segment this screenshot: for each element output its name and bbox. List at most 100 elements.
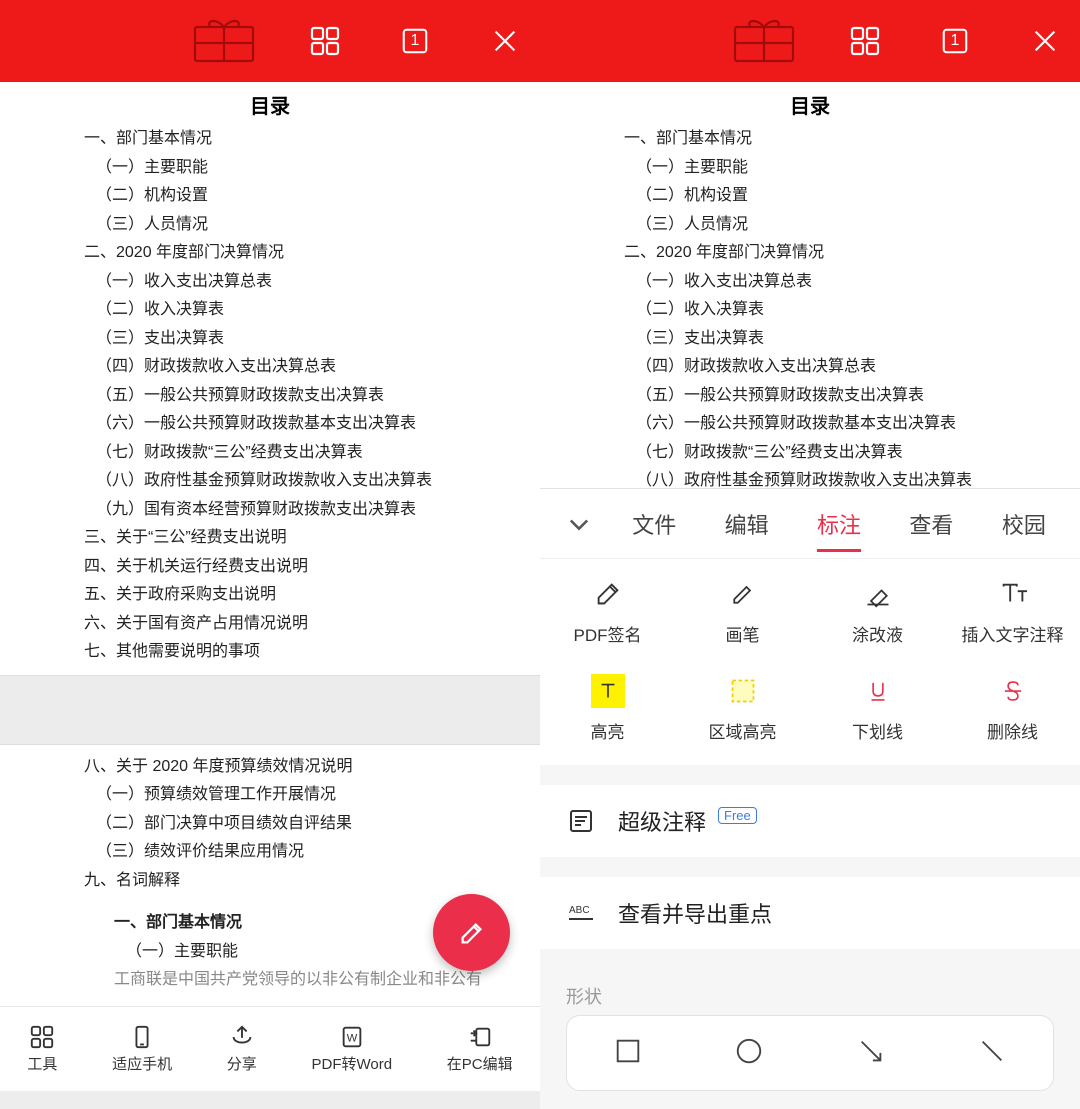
toc-line: 一、部门基本情况	[84, 125, 456, 154]
toc-line: （六）一般公共预算财政拨款基本支出决算表	[624, 410, 996, 439]
area-highlight-icon	[726, 674, 760, 708]
tool-whiteout[interactable]: 涂改液	[810, 577, 945, 646]
document-body-right[interactable]: 一、部门基本情况（一）主要职能（二）机构设置（三）人员情况二、2020 年度部门…	[540, 125, 1080, 488]
toc-line: 三、关于“三公”经费支出说明	[84, 524, 456, 553]
toc-line: （三）绩效评价结果应用情况	[84, 838, 456, 867]
toc-line: （九）国有资本经营预算财政拨款支出决算表	[84, 496, 456, 525]
shape-circle[interactable]	[734, 1036, 764, 1071]
eraser-icon	[861, 577, 895, 611]
top-toolbar-right: 1	[540, 0, 1080, 82]
document-body[interactable]: 一、部门基本情况（一）主要职能（二）机构设置（三）人员情况二、2020 年度部门…	[0, 125, 540, 1006]
close-icon[interactable]	[484, 20, 526, 62]
toc-line: （三）人员情况	[84, 211, 456, 240]
tool-highlight[interactable]: 高亮	[540, 674, 675, 743]
toc-line: （一）收入支出决算总表	[624, 268, 996, 297]
toc-line: （二）机构设置	[624, 182, 996, 211]
tool-pen[interactable]: 画笔	[675, 577, 810, 646]
toc-line: （二）收入决算表	[624, 296, 996, 325]
text-icon	[996, 577, 1030, 611]
toc-line: 九、名词解释	[84, 867, 456, 896]
toc-line: （六）一般公共预算财政拨款基本支出决算表	[84, 410, 456, 439]
toc-line: （三）人员情况	[624, 211, 996, 240]
abc-icon: ABC	[566, 898, 596, 928]
toc-line: （二）部门决算中项目绩效自评结果	[84, 810, 456, 839]
row-export-highlights[interactable]: ABC 查看并导出重点	[540, 877, 1080, 949]
edit-fab[interactable]	[433, 894, 510, 971]
toc-line: 一、部门基本情况	[624, 125, 996, 154]
toc-line: （一）主要职能	[84, 154, 456, 183]
toc-line: （一）预算绩效管理工作开展情况	[84, 781, 456, 810]
tool-area-highlight[interactable]: 区域高亮	[675, 674, 810, 743]
tool-strikethrough[interactable]: 删除线	[945, 674, 1080, 743]
row-super-annotation[interactable]: 超级注释 Free	[540, 785, 1080, 857]
toc-line: （二）机构设置	[84, 182, 456, 211]
bb-pdf-to-word[interactable]: W PDF转Word	[312, 1024, 393, 1074]
free-badge: Free	[718, 807, 757, 824]
grid-icon[interactable]	[844, 20, 886, 62]
tool-text-note[interactable]: 插入文字注释	[945, 577, 1080, 646]
right-pane: 1 目录 一、部门基本情况（一）主要职能（二）机构设置（三）人员情况二、2020…	[540, 0, 1080, 1091]
tab-view[interactable]: 查看	[885, 498, 977, 550]
toc-line: （一）收入支出决算总表	[84, 268, 456, 297]
svg-text:ABC: ABC	[569, 905, 590, 916]
section-sub: （一）主要职能	[84, 938, 456, 967]
annotation-tool-grid: PDF签名 画笔 涂改液 插入文字注释 高亮 区域高亮	[540, 559, 1080, 765]
bb-fit-mobile[interactable]: 适应手机	[112, 1024, 172, 1074]
toc-line: （三）支出决算表	[624, 325, 996, 354]
tab-annotate[interactable]: 标注	[793, 498, 885, 550]
close-icon[interactable]	[1024, 20, 1066, 62]
toc-line: 四、关于机关运行经费支出说明	[84, 553, 456, 582]
grid-icon[interactable]	[304, 20, 346, 62]
tab-file[interactable]: 文件	[608, 498, 700, 550]
tab-campus[interactable]: 校园	[978, 498, 1070, 550]
bb-share[interactable]: 分享	[227, 1024, 257, 1074]
toc-line: （八）政府性基金预算财政拨款收入支出决算表	[624, 467, 996, 488]
tab-edit[interactable]: 编辑	[700, 498, 792, 550]
top-toolbar: 1	[0, 0, 540, 82]
collapse-panel-chevron[interactable]	[550, 510, 608, 538]
highlight-t-icon	[591, 674, 625, 708]
panel-tabs: 文件 编辑 标注 查看 校园	[540, 489, 1080, 559]
toc-line: （四）财政拨款收入支出决算总表	[624, 353, 996, 382]
toc-line: （二）收入决算表	[84, 296, 456, 325]
toc-line: 五、关于政府采购支出说明	[84, 581, 456, 610]
pencil-icon	[726, 577, 760, 611]
annotation-panel: 文件 编辑 标注 查看 校园 PDF签名 画笔 涂改液 插入文字注释	[540, 488, 1080, 1109]
doc-title: 目录	[0, 82, 540, 125]
toc-line: （五）一般公共预算财政拨款支出决算表	[84, 382, 456, 411]
page-indicator[interactable]: 1	[394, 20, 436, 62]
toc-line: （八）政府性基金预算财政拨款收入支出决算表	[84, 467, 456, 496]
toc-line: （五）一般公共预算财政拨款支出决算表	[624, 382, 996, 411]
bb-pc-edit[interactable]: 在PC编辑	[447, 1024, 513, 1074]
toc-line: （七）财政拨款“三公”经费支出决算表	[624, 439, 996, 468]
toc-line: 七、其他需要说明的事项	[84, 638, 456, 667]
doc-title: 目录	[540, 82, 1080, 125]
toc-line: （四）财政拨款收入支出决算总表	[84, 353, 456, 382]
shapes-label: 形状	[540, 969, 1080, 1015]
bottom-toolbar: 工具 适应手机 分享 W PDF转Word 在PC编辑	[0, 1006, 540, 1091]
toc-line: （一）主要职能	[624, 154, 996, 183]
gift-icon[interactable]	[192, 17, 256, 65]
section-text: 工商联是中国共产党领导的以非公有制企业和非公有	[84, 966, 456, 995]
underline-icon	[861, 674, 895, 708]
shape-rectangle[interactable]	[613, 1036, 643, 1071]
shape-line[interactable]	[977, 1036, 1007, 1071]
section-heading: 一、部门基本情况	[84, 909, 456, 938]
toc-line: （七）财政拨款“三公”经费支出决算表	[84, 439, 456, 468]
shapes-picker	[566, 1015, 1054, 1091]
toc-line: 二、2020 年度部门决算情况	[624, 239, 996, 268]
toc-line: 六、关于国有资产占用情况说明	[84, 610, 456, 639]
tool-underline[interactable]: 下划线	[810, 674, 945, 743]
super-annotation-icon	[566, 806, 596, 836]
page-gap	[0, 675, 540, 745]
toc-line: 二、2020 年度部门决算情况	[84, 239, 456, 268]
gift-icon[interactable]	[732, 17, 796, 65]
toc-line: （三）支出决算表	[84, 325, 456, 354]
tool-pdf-sign[interactable]: PDF签名	[540, 577, 675, 646]
svg-text:W: W	[347, 1033, 358, 1045]
toc-line: 八、关于 2020 年度预算绩效情况说明	[84, 753, 456, 782]
bb-tools[interactable]: 工具	[27, 1024, 57, 1074]
signature-icon	[591, 577, 625, 611]
page-indicator[interactable]: 1	[934, 20, 976, 62]
shape-arrow[interactable]	[856, 1036, 886, 1071]
